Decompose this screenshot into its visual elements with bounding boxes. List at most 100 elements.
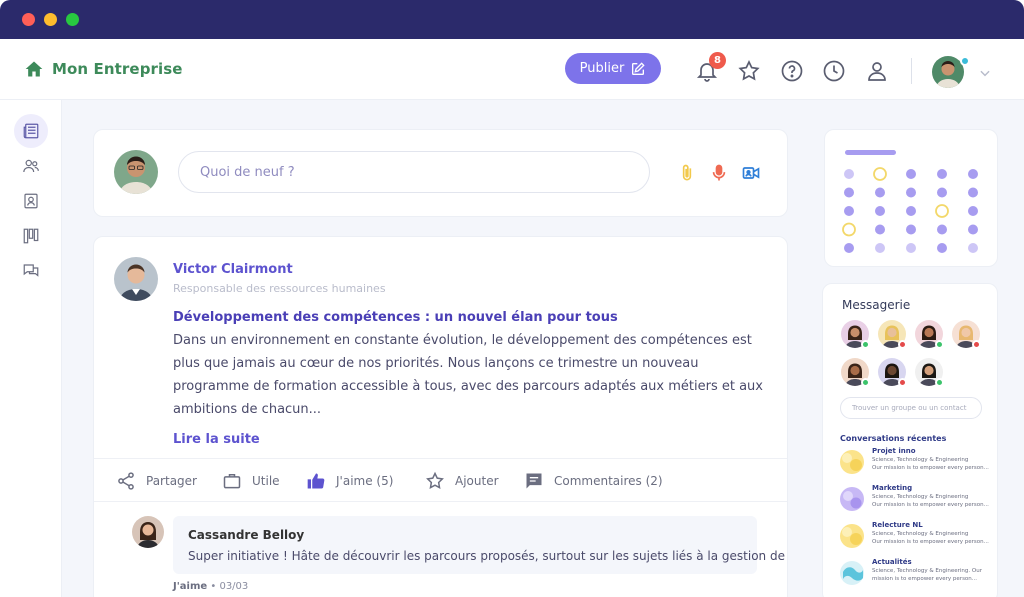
composer-avatar [114, 150, 158, 194]
sidebar-item-messages[interactable] [14, 254, 48, 288]
group-icon [840, 487, 864, 511]
microphone-icon[interactable] [709, 163, 729, 183]
post-author-role: Responsable des ressources humaines [173, 282, 386, 295]
history-button[interactable] [822, 59, 846, 83]
conversation-description: Our mission is to empower every person..… [872, 502, 989, 508]
calendar-day-dot[interactable] [968, 206, 978, 216]
conversation-item[interactable]: Relecture NL Science, Technology & Engin… [839, 521, 991, 551]
favorites-button[interactable] [737, 59, 761, 83]
group-icon [840, 450, 864, 474]
comment-author-name[interactable]: Cassandre Belloy [188, 528, 304, 542]
post-author-name[interactable]: Victor Clairmont [173, 262, 293, 277]
calendar-day-dot[interactable] [937, 243, 947, 253]
calendar-day-dot[interactable] [875, 243, 885, 253]
calendar-day-dot[interactable] [906, 187, 916, 198]
comments-button[interactable]: Commentaires (2) [524, 470, 663, 492]
comment-meta-separator: • [210, 581, 217, 592]
sidebar-item-directory[interactable] [14, 184, 48, 218]
calendar-day-dot[interactable] [906, 206, 916, 216]
sidebar-item-news[interactable] [14, 114, 48, 148]
conversation-name: Marketing [872, 484, 913, 492]
header-divider [911, 58, 912, 84]
conversation-category: Science, Technology & Engineering [872, 457, 969, 463]
group-icon [840, 561, 864, 585]
calendar-day-dot[interactable] [968, 187, 978, 198]
calendar-day-dot[interactable] [968, 243, 978, 253]
add-label: Ajouter [455, 474, 499, 488]
publish-label: Publier [579, 61, 625, 76]
video-camera-icon[interactable] [741, 163, 761, 183]
contact-status-dot [935, 340, 944, 349]
contact-status-dot [861, 378, 870, 387]
recent-conversations-title: Conversations récentes [840, 434, 947, 443]
comment-date: 03/03 [219, 581, 249, 592]
calendar-day-dot[interactable] [906, 169, 916, 179]
contact-status-dot [972, 340, 981, 349]
calendar-day-dot[interactable] [935, 204, 949, 218]
star-icon [738, 60, 760, 81]
conversation-description: Our mission is to empower every person..… [872, 539, 989, 545]
calendar-day-dot[interactable] [968, 224, 978, 235]
comment-author-avatar[interactable] [132, 516, 164, 548]
paperclip-icon[interactable] [677, 163, 697, 183]
contact-status-dot [898, 340, 907, 349]
briefcase-icon [223, 474, 241, 489]
calendar-day-dot[interactable] [844, 187, 854, 198]
calendar-day-dot[interactable] [937, 169, 947, 179]
contact-status-dot [861, 340, 870, 349]
conversation-description: Our mission is to empower every person..… [872, 465, 989, 471]
messenger-search-input[interactable] [840, 397, 982, 419]
calendar-day-dot[interactable] [844, 169, 854, 179]
calendar-day-dot[interactable] [844, 206, 854, 216]
conversation-item[interactable]: Marketing Science, Technology & Engineer… [839, 484, 991, 514]
sidebar [0, 100, 62, 597]
calendar-day-dot[interactable] [842, 222, 856, 237]
clock-icon [823, 60, 845, 82]
current-user-status-dot [960, 56, 970, 66]
read-more-link[interactable]: Lire la suite [173, 432, 260, 447]
brand[interactable]: Mon Entreprise [24, 59, 183, 79]
help-button[interactable] [780, 59, 804, 83]
calendar-day-dot[interactable] [844, 243, 854, 253]
star-icon [426, 471, 444, 489]
share-button[interactable]: Partager [116, 470, 197, 492]
window-minimize-button[interactable] [44, 13, 57, 26]
post-author-avatar[interactable] [114, 257, 158, 301]
useful-button[interactable]: Utile [222, 470, 280, 492]
home-icon [25, 61, 43, 77]
add-favorite-button[interactable]: Ajouter [425, 470, 499, 492]
conversation-item[interactable]: Actualités Science, Technology & Enginee… [839, 558, 991, 588]
comment-like-link[interactable]: J'aime [173, 581, 207, 592]
calendar-day-dot[interactable] [968, 169, 978, 179]
calendar-day-dot[interactable] [937, 187, 947, 198]
sidebar-item-boards[interactable] [14, 219, 48, 253]
contact-status-dot [898, 378, 907, 387]
calendar-day-dot[interactable] [875, 187, 885, 198]
composer-input[interactable] [178, 151, 650, 193]
share-label: Partager [146, 474, 197, 488]
conversation-name: Projet inno [872, 447, 916, 455]
calendar-day-dot[interactable] [875, 206, 885, 216]
window-maximize-button[interactable] [66, 13, 79, 26]
window-close-button[interactable] [22, 13, 35, 26]
chevron-down-icon[interactable] [978, 66, 992, 80]
calendar-day-dot[interactable] [873, 167, 887, 181]
calendar-day-dot[interactable] [906, 224, 916, 235]
post-card: Victor Clairmont Responsable des ressour… [93, 236, 788, 597]
post-action-bar: Partager Utile J'aime (5) Ajouter Commen… [94, 458, 787, 502]
conversation-name: Relecture NL [872, 521, 923, 529]
chat-icon [23, 264, 39, 277]
calendar-widget [824, 129, 998, 267]
calendar-day-dot[interactable] [937, 224, 947, 235]
contact-status-dot [935, 378, 944, 387]
users-icon [23, 159, 39, 173]
publish-button[interactable]: Publier [565, 53, 661, 84]
conversation-item[interactable]: Projet inno Science, Technology & Engine… [839, 447, 991, 477]
calendar-day-dot[interactable] [906, 243, 916, 253]
profile-button[interactable] [865, 59, 889, 83]
sidebar-item-people[interactable] [14, 149, 48, 183]
calendar-day-dot[interactable] [875, 224, 885, 235]
like-button[interactable]: J'aime (5) [306, 470, 393, 492]
avatar [114, 150, 158, 194]
comment-bubble: Cassandre Belloy Super initiative ! Hâte… [173, 516, 787, 574]
